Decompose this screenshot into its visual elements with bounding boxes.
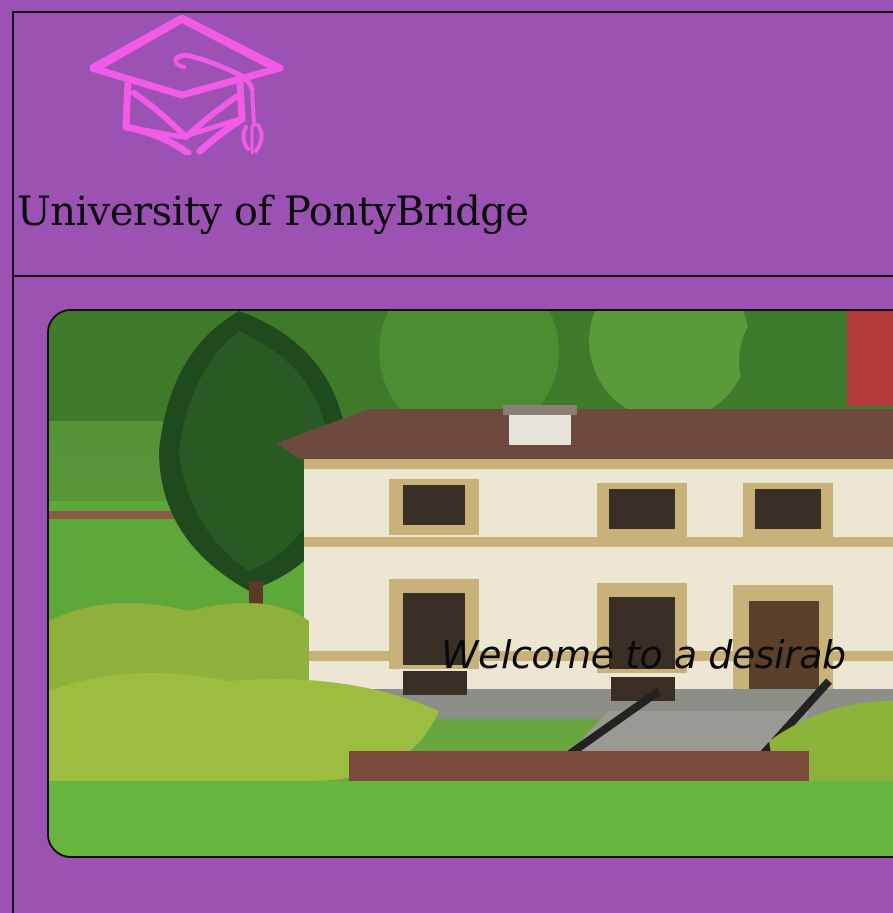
site-header: University of PontyBridge xyxy=(14,13,893,277)
page-frame: University of PontyBridge Welcome to a d… xyxy=(12,11,893,913)
hero-caption: Welcome to a desirab xyxy=(441,633,846,677)
hero-banner: Welcome to a desirab xyxy=(47,309,893,858)
site-title: University of PontyBridge xyxy=(17,189,529,235)
graduation-cap-icon[interactable] xyxy=(88,14,286,157)
model-building-photo xyxy=(49,311,893,856)
